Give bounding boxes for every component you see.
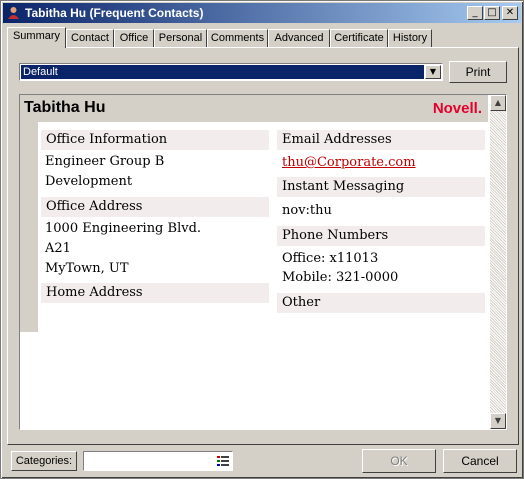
left-accent-bar: [20, 122, 38, 332]
ok-button[interactable]: OK: [362, 449, 436, 473]
office-address-line-3: MyTown, UT: [45, 261, 129, 276]
office-information-heading: Office Information: [41, 130, 269, 150]
instant-messaging-heading: Instant Messaging: [277, 177, 485, 197]
categories-input[interactable]: [83, 451, 233, 471]
tab-office[interactable]: Office: [114, 29, 154, 47]
office-info-line-2: Development: [45, 174, 133, 189]
tab-comments[interactable]: Comments: [207, 29, 268, 47]
tab-advanced[interactable]: Advanced: [268, 29, 330, 47]
tab-personal[interactable]: Personal: [154, 29, 207, 47]
category-list-icon[interactable]: [217, 455, 229, 467]
email-addresses-heading: Email Addresses: [277, 130, 485, 150]
summary-header: Tabitha Hu Novell.: [20, 95, 488, 122]
close-button[interactable]: ✕: [502, 6, 518, 20]
scroll-down-button[interactable]: ▼: [490, 413, 506, 429]
categories-button[interactable]: Categories:: [11, 451, 77, 471]
novell-logo: Novell.: [432, 100, 482, 117]
home-address-heading: Home Address: [41, 283, 269, 303]
contact-name: Tabitha Hu: [24, 99, 106, 116]
tab-summary[interactable]: Summary: [7, 27, 66, 48]
maximize-button[interactable]: □: [484, 6, 500, 20]
email-link[interactable]: thu@Corporate.com: [282, 153, 416, 173]
print-button[interactable]: Print: [449, 61, 507, 83]
cancel-button[interactable]: Cancel: [443, 449, 517, 473]
phone-mobile: Mobile: 321-0000: [282, 270, 399, 285]
tab-certificate[interactable]: Certificate: [330, 29, 388, 47]
address-book-icon: [8, 7, 19, 19]
office-info-line-1: Engineer Group B: [45, 154, 165, 169]
office-address-line-1: 1000 Engineering Blvd.: [45, 221, 202, 236]
office-address-heading: Office Address: [41, 197, 269, 217]
phone-numbers-heading: Phone Numbers: [277, 226, 485, 246]
other-heading: Other: [277, 293, 485, 313]
window-title: Tabitha Hu (Frequent Contacts): [25, 6, 204, 20]
view-selector[interactable]: Default ▼: [19, 63, 443, 81]
im-value: nov:thu: [282, 203, 332, 218]
contact-window: Tabitha Hu (Frequent Contacts) _ □ ✕ Sum…: [0, 0, 524, 479]
tab-contact[interactable]: Contact: [66, 29, 114, 47]
view-selector-value: Default: [21, 65, 424, 79]
minimize-button[interactable]: _: [467, 6, 483, 20]
vertical-scrollbar[interactable]: ▲ ▼: [490, 95, 506, 429]
tab-history[interactable]: History: [388, 29, 432, 47]
contact-summary-view: Tabitha Hu Novell. Office Information En…: [19, 94, 507, 430]
scroll-up-button[interactable]: ▲: [490, 95, 506, 111]
chevron-down-icon[interactable]: ▼: [425, 65, 441, 79]
tab-strip: Summary Contact Office Personal Comments…: [7, 27, 517, 48]
office-address-line-2: A21: [45, 241, 71, 256]
phone-office: Office: x11013: [282, 251, 379, 266]
title-bar[interactable]: Tabitha Hu (Frequent Contacts) _ □ ✕: [3, 3, 521, 23]
